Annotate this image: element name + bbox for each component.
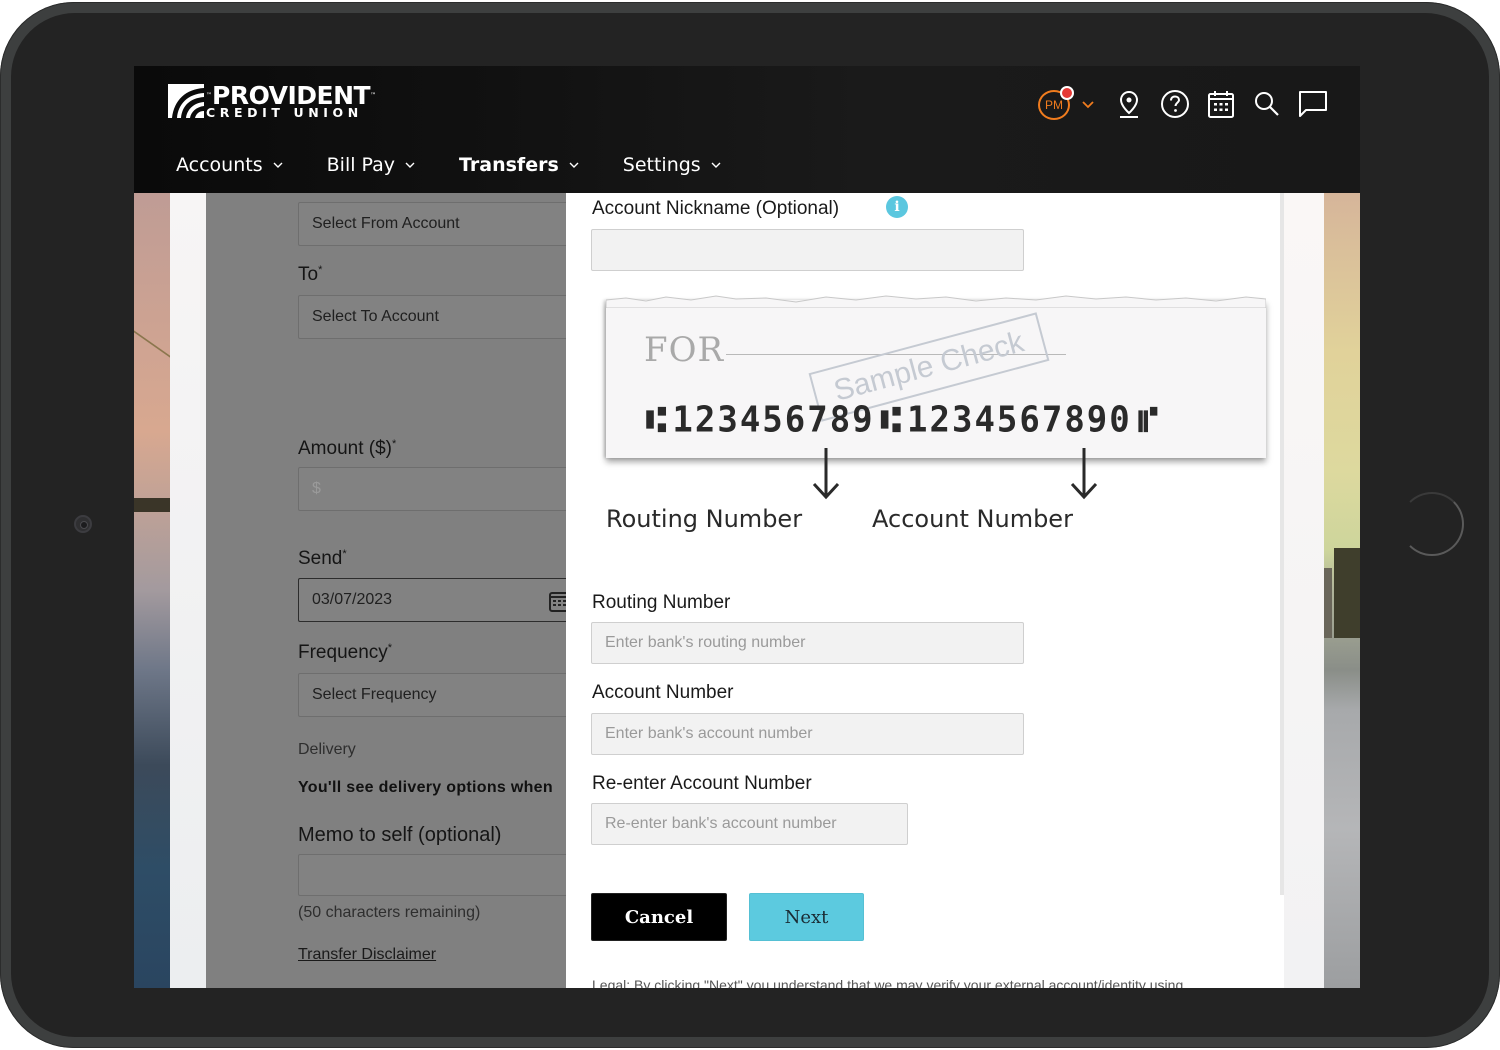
frequency-select[interactable]: Select Frequency — [298, 673, 578, 717]
memo-input[interactable] — [298, 854, 578, 896]
nickname-label-text: Account Nickname (Optional) — [592, 198, 840, 219]
logo-wave-icon — [168, 84, 204, 118]
routing-number-caption: Routing Number — [606, 505, 803, 533]
required-mark: * — [342, 548, 347, 560]
amount-label: Amount ($)* — [298, 438, 396, 460]
modal-scrollbar[interactable] — [1280, 193, 1284, 895]
on-us-symbol: ⑈ — [1137, 399, 1159, 441]
next-button[interactable]: Next — [749, 893, 864, 941]
frequency-label-text: Frequency — [298, 642, 388, 663]
screen: Select From Account To* Select To Accoun… — [134, 66, 1360, 988]
delivery-note: You'll see delivery options when — [298, 779, 553, 796]
bridge-deck — [134, 498, 170, 512]
check-for-text: FOR — [644, 330, 725, 370]
micr-line: ⑆ 123456789 ⑆ 1234567890 ⑈ — [640, 399, 1164, 441]
header-toolbar: PM — [1038, 84, 1328, 124]
to-label-text: To — [298, 264, 319, 285]
chevron-down-icon[interactable] — [1082, 99, 1094, 109]
avatar-initials: PM — [1045, 98, 1063, 112]
send-label-text: Send — [298, 548, 343, 569]
amount-label-text: Amount ($) — [298, 438, 392, 459]
torn-edge — [606, 295, 1266, 308]
account-number-input[interactable] — [591, 713, 1024, 755]
to-label: To* — [298, 264, 322, 286]
info-icon[interactable]: i — [886, 196, 908, 218]
nav-label: Bill Pay — [326, 154, 396, 176]
transfer-disclaimer-link[interactable]: Transfer Disclaimer — [298, 946, 436, 964]
transit-symbol: ⑆ — [880, 399, 902, 441]
reenter-label: Re-enter Account Number — [592, 773, 812, 794]
provident-logo[interactable]: ™PROVIDENT™ CREDIT UNION — [168, 83, 377, 120]
nav-label: Settings — [622, 154, 701, 176]
nav-label: Accounts — [176, 154, 263, 176]
chat-icon[interactable] — [1298, 89, 1328, 119]
logo-text: ™PROVIDENT™ CREDIT UNION — [206, 83, 377, 120]
location-pin-icon[interactable] — [1114, 89, 1144, 119]
arrow-down-icon — [812, 448, 840, 500]
logo-subtitle: CREDIT UNION — [206, 105, 363, 120]
memo-label: Memo to self (optional) — [298, 824, 502, 846]
home-button[interactable] — [1400, 492, 1464, 556]
city-skyline — [1324, 548, 1360, 638]
transfer-form-overlay: Select From Account To* Select To Accoun… — [206, 193, 578, 988]
help-icon[interactable] — [1160, 89, 1190, 119]
calendar-icon[interactable] — [1206, 89, 1236, 119]
trademark: ™ — [370, 92, 377, 99]
send-label: Send* — [298, 548, 347, 570]
page-margin-left — [170, 193, 206, 988]
chevron-down-icon — [405, 162, 415, 168]
nickname-label: Account Nickname (Optional) i — [592, 196, 908, 220]
background-photo-bridge — [134, 193, 170, 988]
frequency-label: Frequency* — [298, 642, 392, 664]
chars-remaining: (50 characters remaining) — [298, 904, 481, 921]
chevron-down-icon — [711, 162, 721, 168]
account-number-caption: Account Number — [872, 505, 1073, 533]
routing-number-input[interactable] — [591, 622, 1024, 664]
search-icon[interactable] — [1252, 89, 1282, 119]
nav-bill-pay[interactable]: Bill Pay — [327, 154, 415, 176]
nav-label: Transfers — [459, 154, 559, 176]
site-header: ™PROVIDENT™ CREDIT UNION Accounts Bill P… — [134, 66, 1360, 193]
send-date-input[interactable]: 03/07/2023 — [298, 578, 578, 622]
check-routing-digits: 123456789 — [672, 399, 875, 441]
sample-check-image: FOR Sample Check ⑆ 123456789 ⑆ 1234567890 ⑈ — [606, 295, 1266, 458]
chevron-down-icon — [273, 162, 283, 168]
required-mark: * — [391, 438, 397, 450]
account-label: Account Number — [592, 682, 734, 703]
transit-symbol: ⑆ — [646, 399, 667, 441]
nickname-input[interactable] — [591, 229, 1024, 271]
bridge-cable — [134, 330, 170, 446]
notification-dot — [1060, 86, 1074, 100]
routing-label: Routing Number — [592, 592, 731, 613]
send-date-value: 03/07/2023 — [312, 591, 393, 608]
main-nav: Accounts Bill Pay Transfers Settings — [176, 154, 765, 176]
camera-icon — [74, 515, 92, 533]
required-mark: * — [387, 642, 393, 654]
chevron-down-icon — [569, 162, 579, 168]
nav-accounts[interactable]: Accounts — [176, 154, 283, 176]
background-photo-city — [1324, 193, 1360, 988]
avatar[interactable]: PM — [1038, 86, 1074, 120]
legal-text: Legal: By clicking "Next" you understand… — [592, 977, 1184, 988]
from-account-select[interactable]: Select From Account — [298, 202, 578, 246]
nav-transfers[interactable]: Transfers — [459, 154, 579, 176]
to-account-select[interactable]: Select To Account — [298, 295, 578, 339]
amount-input[interactable]: $ — [298, 467, 578, 511]
required-mark: * — [318, 264, 323, 276]
delivery-label: Delivery — [298, 741, 356, 758]
cancel-button[interactable]: Cancel — [591, 893, 727, 941]
nav-settings[interactable]: Settings — [623, 154, 721, 176]
page-margin-right — [1284, 193, 1324, 988]
check-account-digits: 1234567890 — [907, 399, 1132, 441]
arrow-down-icon — [1070, 448, 1098, 500]
reenter-account-input[interactable] — [591, 803, 908, 845]
add-external-account-modal: Account Nickname (Optional) i FOR Sample… — [566, 193, 1284, 988]
